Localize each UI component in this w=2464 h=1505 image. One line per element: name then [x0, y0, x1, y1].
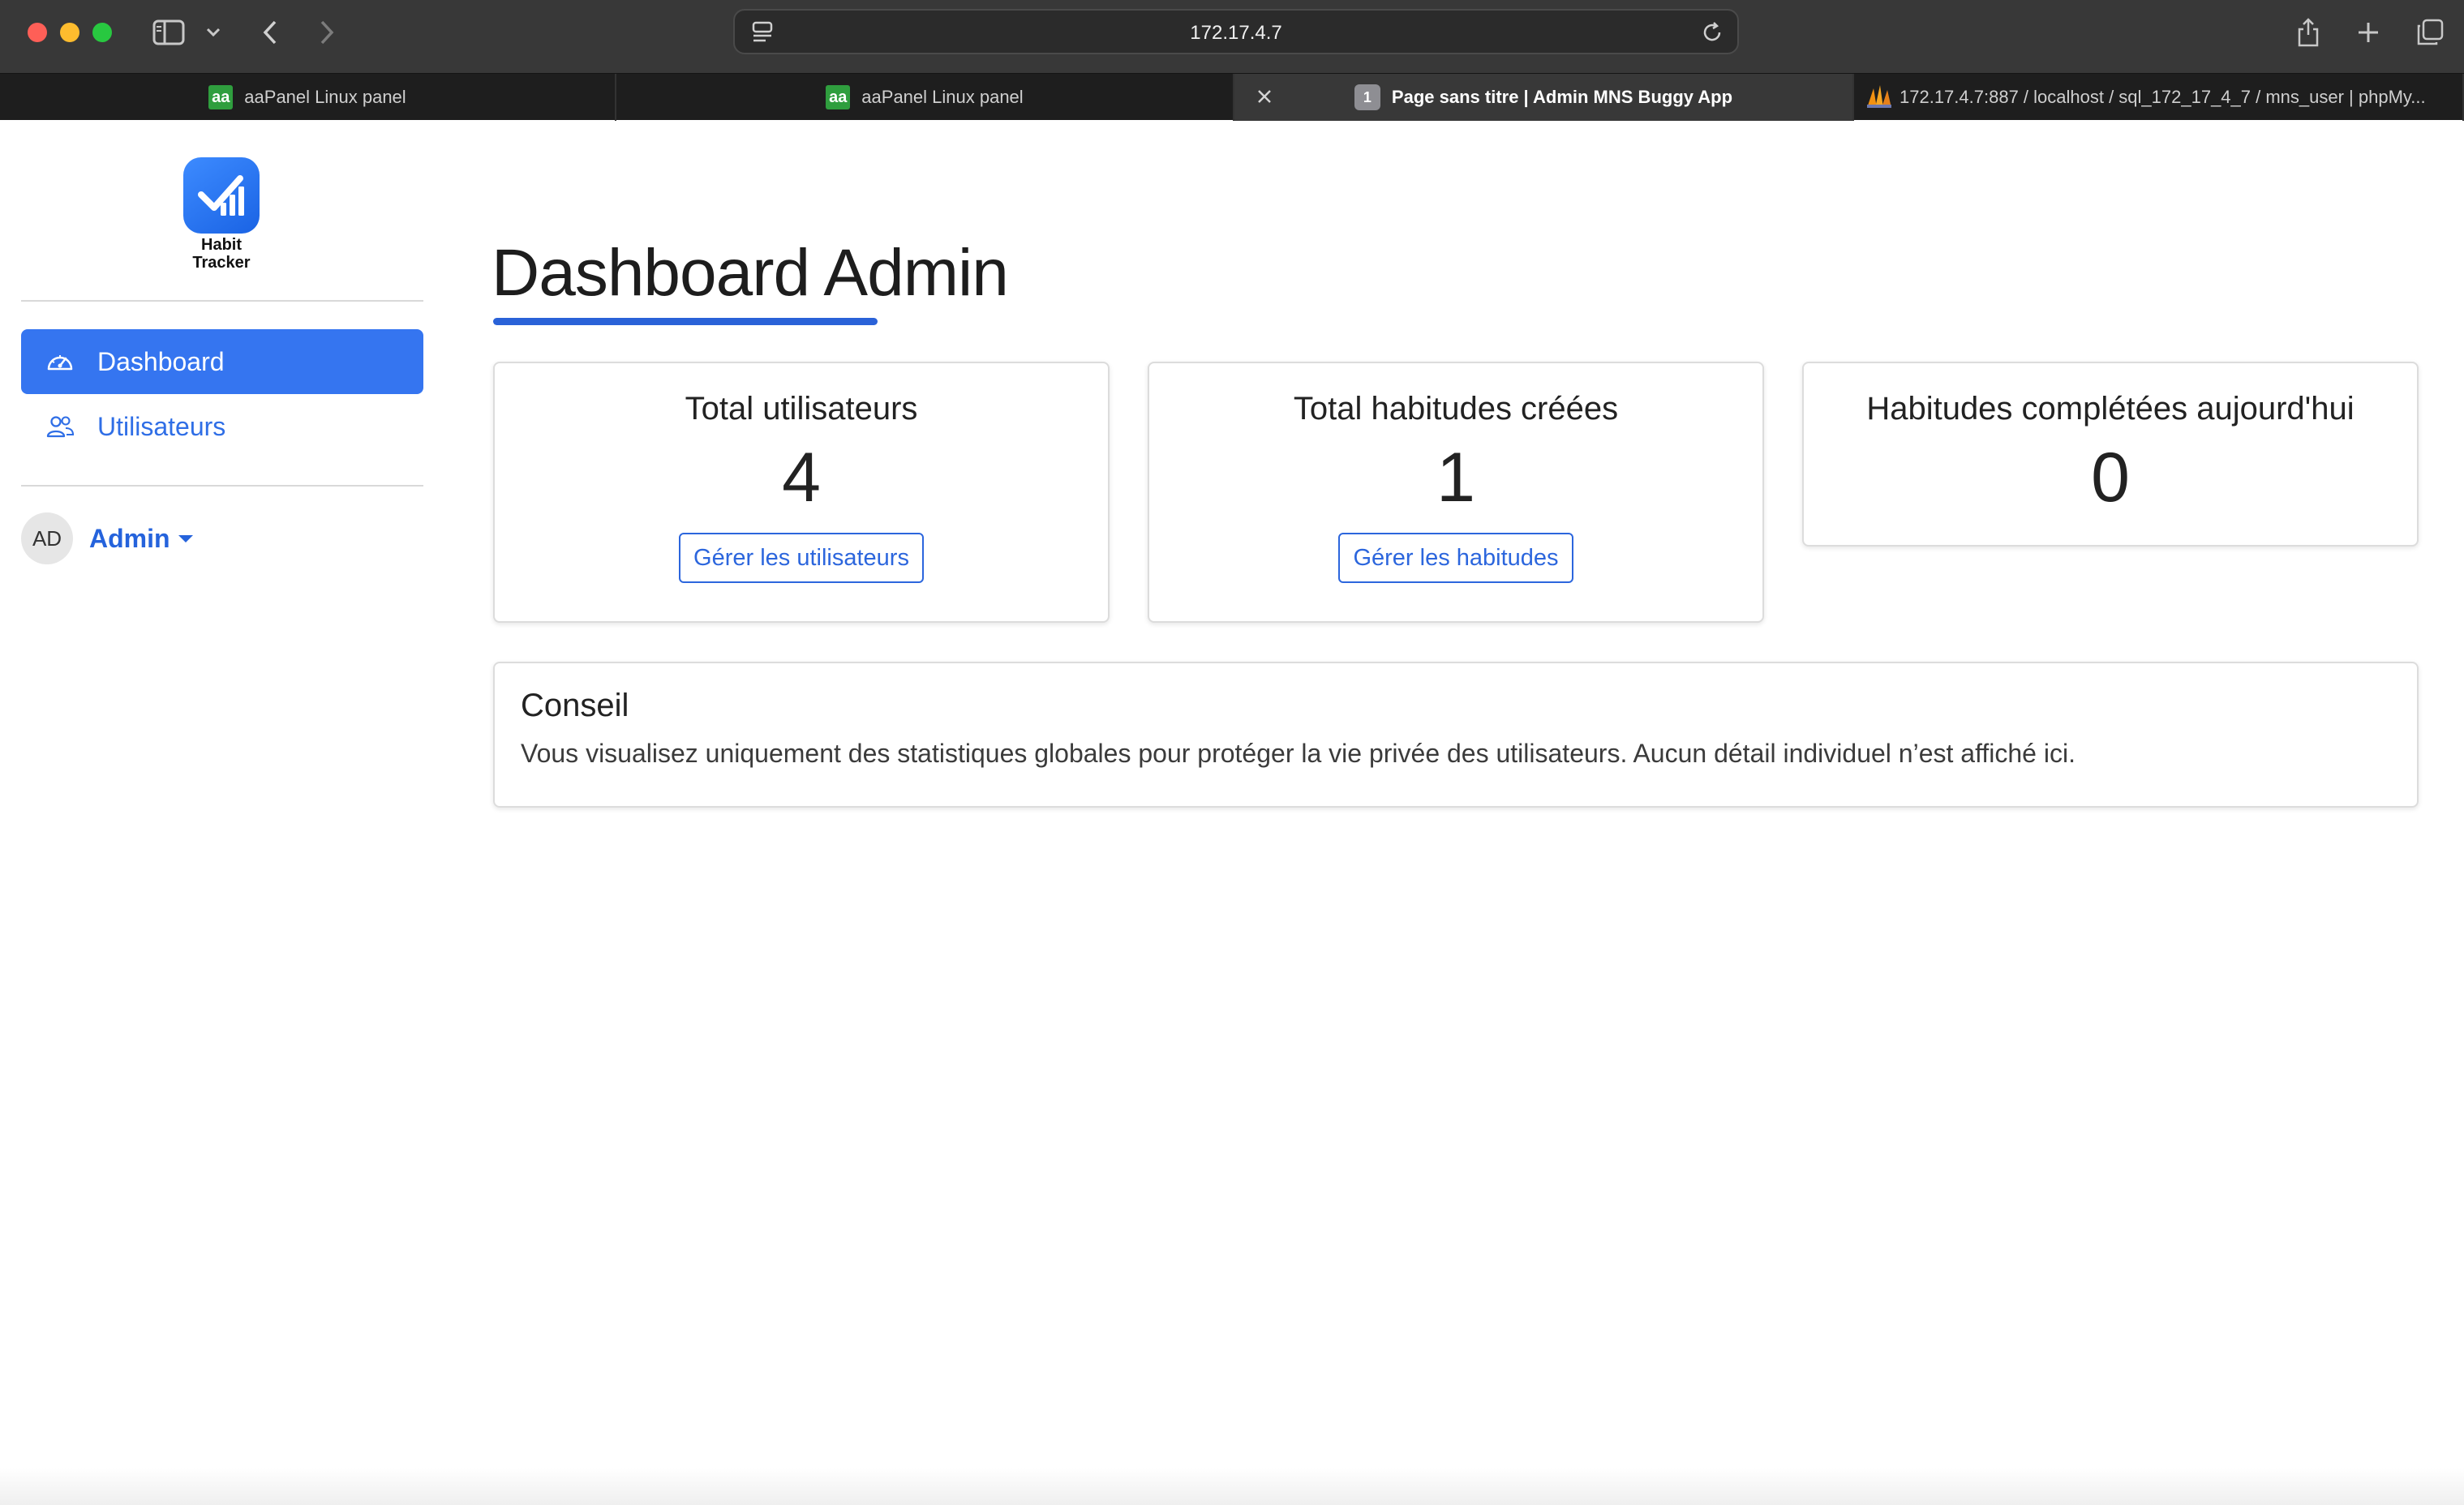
stat-card-title: Habitudes complétées aujourd'hui	[1866, 391, 2355, 427]
tab-bar: aa aaPanel Linux panel aa aaPanel Linux …	[0, 73, 2464, 121]
users-icon	[45, 410, 78, 443]
manage-users-button[interactable]: Gérer les utilisateurs	[679, 533, 924, 583]
window-maximize-button[interactable]	[92, 23, 112, 42]
reload-icon[interactable]	[1700, 20, 1724, 49]
share-icon[interactable]	[2292, 15, 2324, 50]
sidebar-toggle-icon[interactable]	[151, 15, 187, 50]
manage-habits-button[interactable]: Gérer les habitudes	[1338, 533, 1573, 583]
sidebar-divider	[21, 485, 423, 487]
stat-card-habits: Total habitudes créées 1 Gérer les habit…	[1148, 362, 1764, 623]
speedometer-icon	[45, 345, 78, 378]
logo-line-2: Tracker	[192, 254, 251, 272]
stat-card-users: Total utilisateurs 4 Gérer les utilisate…	[493, 362, 1110, 623]
page-title: Dashboard Admin	[492, 236, 1009, 310]
tab-title: 172.17.4.7:887 / localhost / sql_172_17_…	[1900, 87, 2426, 107]
tab-title: aaPanel Linux panel	[244, 87, 406, 107]
sidebar-divider	[21, 300, 423, 302]
sidebar-item-label: Dashboard	[97, 346, 225, 376]
logo-line-1: Habit	[201, 236, 242, 254]
bottom-fade	[0, 1468, 2464, 1505]
stat-card-value: 4	[782, 439, 821, 517]
window-close-button[interactable]	[28, 23, 47, 42]
page-favicon-icon: 1	[1354, 84, 1380, 110]
user-menu[interactable]: AD Admin	[21, 512, 193, 564]
tab-overview-icon[interactable]	[2412, 15, 2448, 50]
title-underline	[493, 318, 878, 325]
habit-tracker-logo-icon	[183, 157, 260, 234]
stat-card-completed-today: Habitudes complétées aujourd'hui 0	[1802, 362, 2419, 547]
browser-toolbar: 172.17.4.7	[0, 0, 2464, 73]
aapanel-favicon-icon: aa	[208, 85, 234, 109]
stat-card-title: Total habitudes créées	[1293, 391, 1619, 427]
browser-tab[interactable]: aa aaPanel Linux panel	[616, 74, 1234, 121]
browser-tab-active[interactable]: 1 Page sans titre | Admin MNS Buggy App	[1234, 74, 1854, 121]
forward-icon[interactable]	[313, 15, 341, 50]
stat-card-value: 0	[2091, 439, 2130, 517]
phpmyadmin-icon	[1865, 84, 1893, 114]
close-tab-icon[interactable]	[1254, 86, 1275, 112]
window-minimize-button[interactable]	[60, 23, 79, 42]
address-text: 172.17.4.7	[1190, 22, 1282, 44]
browser-tab[interactable]: 172.17.4.7:887 / localhost / sql_172_17_…	[1854, 74, 2464, 121]
back-icon[interactable]	[256, 15, 284, 50]
tip-card: Conseil Vous visualisez uniquement des s…	[493, 662, 2419, 808]
stat-card-title: Total utilisateurs	[685, 391, 918, 427]
tab-title: Page sans titre | Admin MNS Buggy App	[1391, 87, 1733, 107]
tab-title: aaPanel Linux panel	[861, 87, 1024, 107]
aapanel-favicon-icon: aa	[826, 85, 851, 109]
sidebar-item-label: Utilisateurs	[97, 411, 226, 441]
sidebar-item-dashboard[interactable]: Dashboard	[21, 329, 423, 394]
tip-body: Vous visualisez uniquement des statistiq…	[521, 739, 2076, 768]
browser-tab[interactable]: aa aaPanel Linux panel	[0, 74, 616, 121]
caret-down-icon[interactable]	[178, 534, 193, 542]
avatar: AD	[21, 512, 73, 564]
tip-title: Conseil	[521, 688, 629, 723]
app-logo[interactable]: Habit Tracker	[161, 157, 282, 272]
user-name[interactable]: Admin	[89, 524, 170, 554]
stat-card-value: 1	[1436, 439, 1475, 517]
new-tab-icon[interactable]	[2352, 15, 2385, 50]
chevron-down-icon[interactable]	[201, 15, 225, 50]
address-bar[interactable]: 172.17.4.7	[733, 9, 1739, 54]
sidebar-item-utilisateurs[interactable]: Utilisateurs	[21, 394, 423, 459]
